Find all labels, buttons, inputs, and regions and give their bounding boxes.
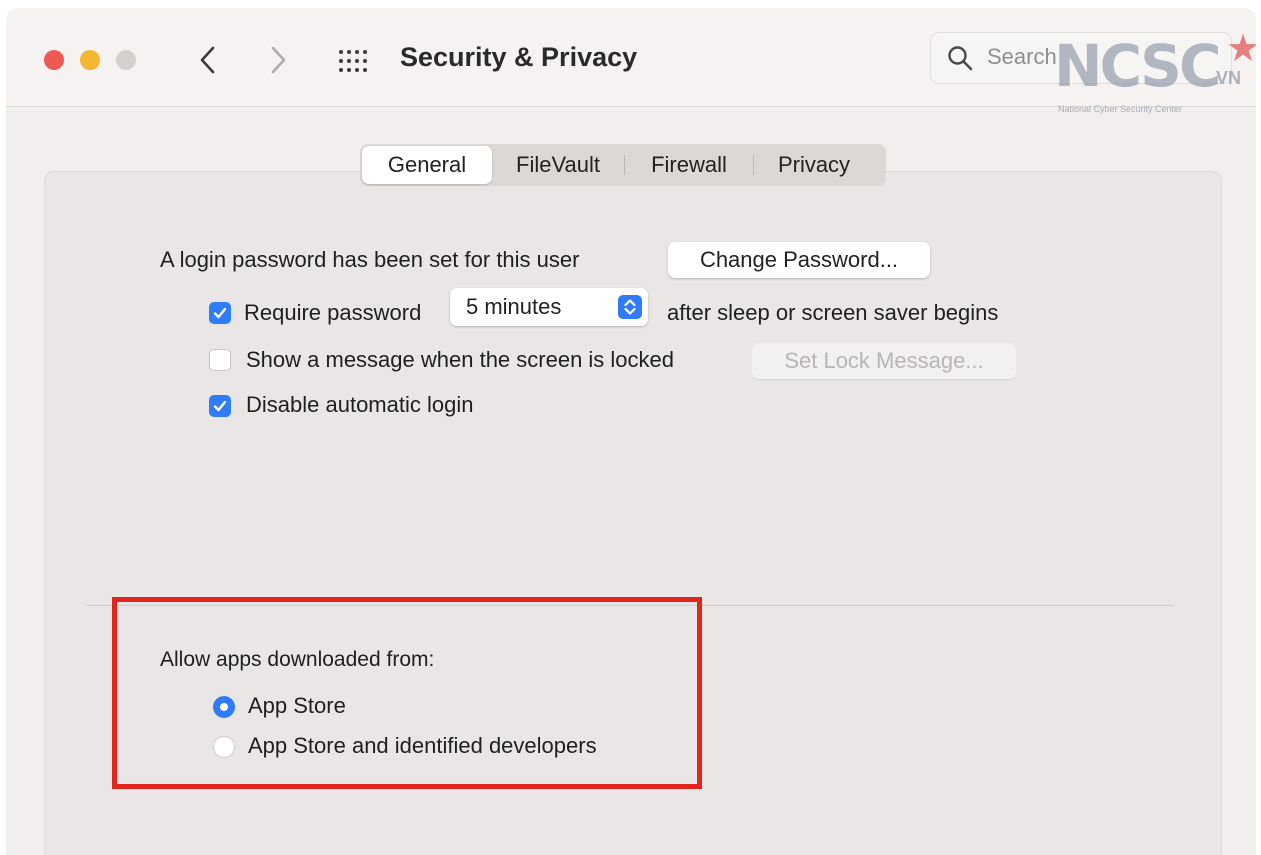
show-message-checkbox[interactable] [209,349,231,371]
tab-privacy[interactable]: Privacy [754,146,874,184]
close-window-button[interactable] [44,50,64,70]
disable-auto-login-checkbox[interactable] [209,395,231,417]
show-message-label: Show a message when the screen is locked [246,347,675,372]
tab-bar: General FileVault Firewall Privacy [360,144,886,186]
title-bar: Security & Privacy NCSC ★ VN National Cy… [6,8,1256,114]
password-delay-value: 5 minutes [466,294,562,319]
chevron-left-icon [200,46,215,74]
select-stepper-icon [618,295,642,319]
star-icon: ★ [1226,28,1256,70]
back-button[interactable] [190,40,226,80]
set-lock-message-button[interactable]: Set Lock Message... [752,343,1016,379]
change-password-button[interactable]: Change Password... [668,242,930,278]
grid-icon [339,50,367,72]
show-all-button[interactable] [334,44,374,78]
password-delay-select[interactable]: 5 minutes [450,288,648,326]
zoom-window-button[interactable] [116,50,136,70]
checkmark-icon [213,307,227,319]
tab-filevault[interactable]: FileVault [492,146,624,184]
search-icon [948,46,973,71]
disable-auto-login-label: Disable automatic login [246,392,474,417]
ncsc-watermark-logo: NCSC ★ VN National Cyber Security Center [1054,28,1256,120]
chevron-right-icon [271,46,286,74]
window-title: Security & Privacy [400,42,638,72]
tab-general[interactable]: General [362,146,492,184]
highlight-box [112,597,702,789]
minimize-window-button[interactable] [80,50,100,70]
watermark-subtitle: National Cyber Security Center [1058,104,1183,114]
login-password-text: A login password has been set for this u… [160,247,580,272]
watermark-text: NCSC [1054,32,1222,100]
require-password-suffix: after sleep or screen saver begins [667,300,999,325]
require-password-checkbox[interactable] [209,302,231,324]
checkmark-icon [213,400,227,412]
require-password-label: Require password [244,300,422,325]
tab-firewall[interactable]: Firewall [625,146,753,184]
forward-button[interactable] [260,40,296,80]
watermark-suffix: VN [1216,68,1242,88]
